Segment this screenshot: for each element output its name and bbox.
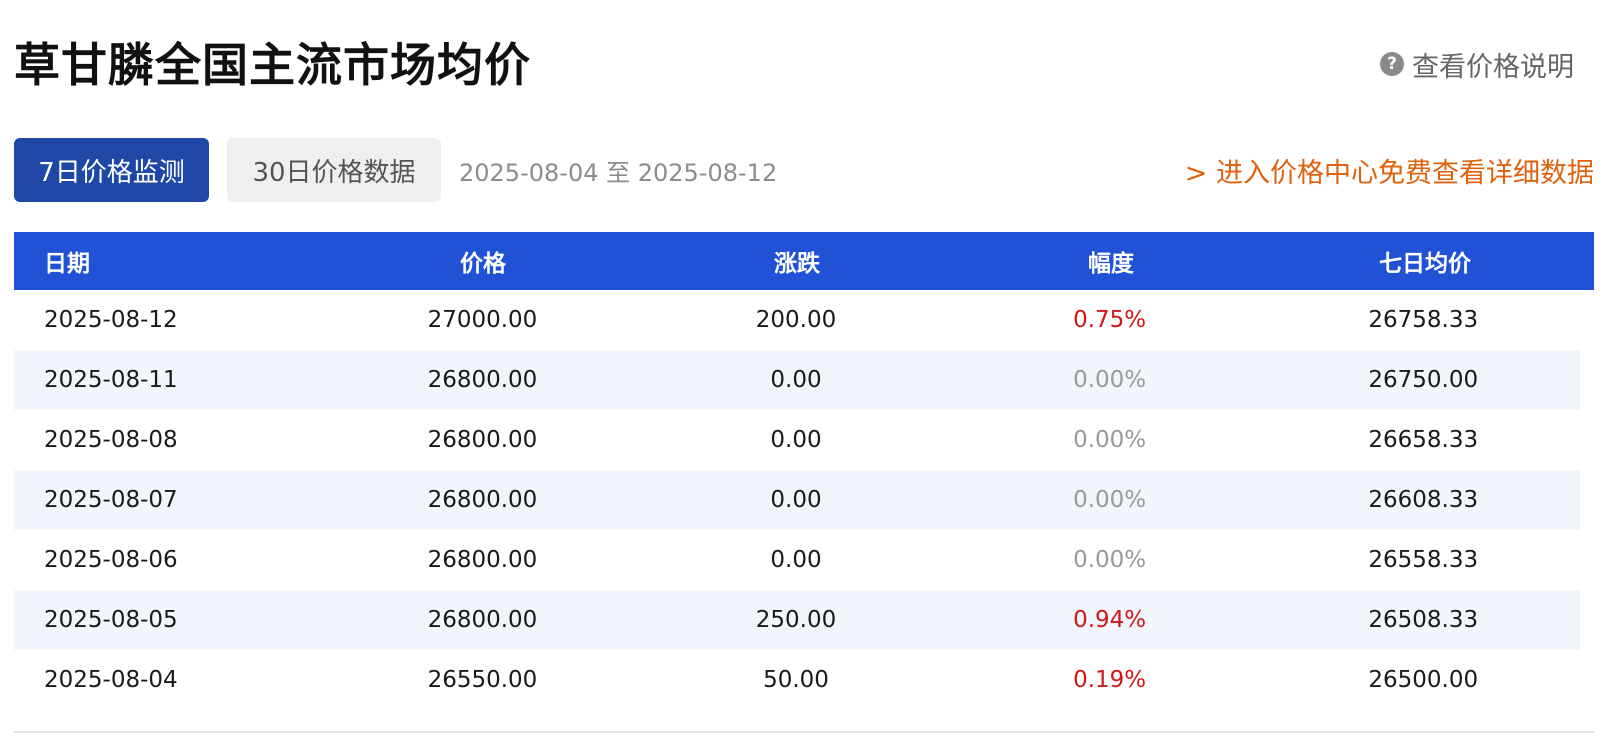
cell-change: 250.00 — [755, 607, 837, 633]
cell-seven-day-avg: 26508.33 — [1368, 607, 1479, 633]
page-header: 草甘膦全国主流市场均价 ? 查看价格说明 — [14, 28, 1574, 96]
table-row: 2025-08-07 26800.00 0.00 0.00% 26608.33 — [14, 470, 1580, 530]
cell-seven-day-avg: 26500.00 — [1368, 667, 1479, 693]
cell-percent: 0.00% — [1073, 367, 1147, 393]
cell-price: 26800.00 — [427, 487, 538, 513]
header-percent[interactable]: 幅度 — [954, 244, 1268, 278]
tab-7-day[interactable]: 7日价格监测 — [14, 138, 209, 202]
cell-date: 2025-08-04 — [44, 667, 178, 693]
cell-change: 50.00 — [763, 667, 829, 693]
question-icon: ? — [1380, 52, 1404, 76]
cell-change: 0.00 — [770, 547, 822, 573]
cell-percent: 0.75% — [1073, 307, 1147, 333]
price-page: 草甘膦全国主流市场均价 ? 查看价格说明 7日价格监测 30日价格数据 2025… — [0, 0, 1618, 738]
header-seven-day-avg[interactable]: 七日均价 — [1268, 244, 1582, 278]
cell-date: 2025-08-08 — [44, 427, 178, 453]
cell-percent: 0.00% — [1073, 487, 1147, 513]
cell-seven-day-avg: 26608.33 — [1368, 487, 1479, 513]
table-header: 日期 价格 涨跌 幅度 七日均价 — [14, 232, 1594, 290]
tab-30-day[interactable]: 30日价格数据 — [227, 138, 441, 202]
header-date[interactable]: 日期 — [14, 244, 326, 278]
cell-price: 26800.00 — [427, 427, 538, 453]
page-title: 草甘膦全国主流市场均价 — [14, 38, 531, 92]
cell-price: 26800.00 — [427, 607, 538, 633]
cell-date: 2025-08-06 — [44, 547, 178, 573]
price-help-link[interactable]: ? 查看价格说明 — [1380, 45, 1574, 84]
toolbar: 7日价格监测 30日价格数据 2025-08-04 至 2025-08-12 >… — [14, 138, 1594, 202]
cell-date: 2025-08-12 — [44, 307, 178, 333]
bottom-divider — [14, 731, 1594, 733]
cell-price: 26800.00 — [427, 547, 538, 573]
cell-percent: 0.94% — [1073, 607, 1147, 633]
table-body: 2025-08-12 27000.00 200.00 0.75% 26758.3… — [14, 290, 1580, 710]
table-row: 2025-08-11 26800.00 0.00 0.00% 26750.00 — [14, 350, 1580, 410]
table-row: 2025-08-12 27000.00 200.00 0.75% 26758.3… — [14, 290, 1580, 350]
help-label: 查看价格说明 — [1412, 51, 1574, 83]
cell-price: 27000.00 — [427, 307, 538, 333]
cell-change: 0.00 — [770, 427, 822, 453]
cell-percent: 0.19% — [1073, 667, 1147, 693]
table-row: 2025-08-08 26800.00 0.00 0.00% 26658.33 — [14, 410, 1580, 470]
cell-percent: 0.00% — [1073, 547, 1147, 573]
cell-seven-day-avg: 26758.33 — [1368, 307, 1479, 333]
cell-price: 26550.00 — [427, 667, 538, 693]
cell-change: 0.00 — [770, 367, 822, 393]
cell-seven-day-avg: 26558.33 — [1368, 547, 1479, 573]
cell-date: 2025-08-11 — [44, 367, 178, 393]
cell-seven-day-avg: 26658.33 — [1368, 427, 1479, 453]
table-row: 2025-08-05 26800.00 250.00 0.94% 26508.3… — [14, 590, 1580, 650]
cell-change: 0.00 — [770, 487, 822, 513]
header-price[interactable]: 价格 — [326, 244, 640, 278]
date-range: 2025-08-04 至 2025-08-12 — [459, 158, 778, 187]
cell-change: 200.00 — [755, 307, 837, 333]
header-change[interactable]: 涨跌 — [640, 244, 954, 278]
cell-date: 2025-08-07 — [44, 487, 178, 513]
table-row: 2025-08-04 26550.00 50.00 0.19% 26500.00 — [14, 650, 1580, 710]
cell-seven-day-avg: 26750.00 — [1368, 367, 1479, 393]
cell-date: 2025-08-05 — [44, 607, 178, 633]
cell-price: 26800.00 — [427, 367, 538, 393]
table-row: 2025-08-06 26800.00 0.00 0.00% 26558.33 — [14, 530, 1580, 590]
price-center-link[interactable]: > 进入价格中心免费查看详细数据 — [1185, 151, 1594, 190]
price-table: 日期 价格 涨跌 幅度 七日均价 2025-08-12 27000.00 200… — [14, 232, 1594, 710]
cell-percent: 0.00% — [1073, 427, 1147, 453]
